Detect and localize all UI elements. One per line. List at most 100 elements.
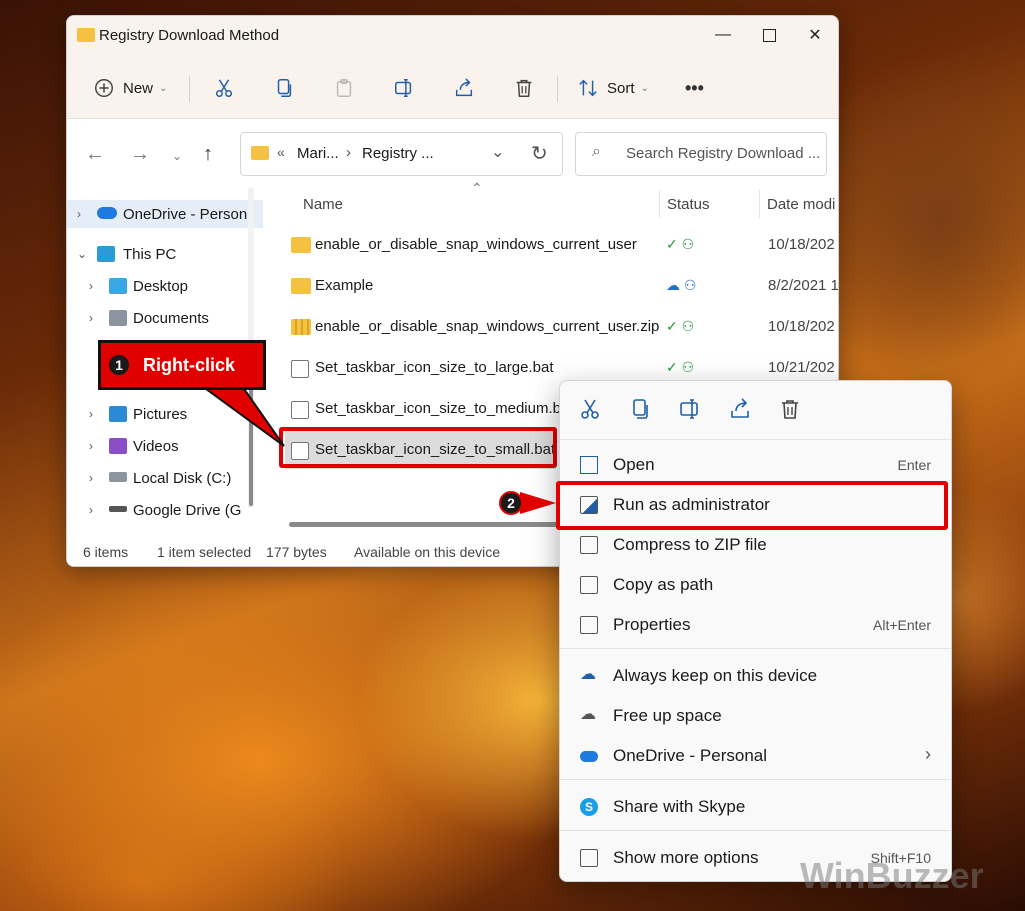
breadcrumb-item[interactable]: Registry ...	[362, 145, 434, 162]
skype-icon: S	[580, 798, 598, 816]
recent-locations-icon[interactable]: ⌄	[172, 149, 182, 163]
column-header-name[interactable]: Name	[303, 196, 343, 213]
menu-item-open[interactable]: Open Enter	[560, 446, 951, 484]
copy-button[interactable]	[273, 74, 295, 102]
menu-item-copy-as-path[interactable]: Copy as path	[560, 566, 951, 604]
up-arrow-icon[interactable]: ↑	[203, 143, 213, 166]
synced-status-icon: ✓ ⚇	[666, 359, 695, 375]
share-button[interactable]	[453, 74, 475, 102]
step-number-badge: 1	[107, 353, 131, 377]
chevron-down-icon: ⌄	[640, 82, 649, 94]
menu-item-compress-zip[interactable]: Compress to ZIP file	[560, 526, 951, 564]
toolbar-divider	[189, 76, 190, 102]
horizontal-scrollbar[interactable]	[289, 522, 589, 527]
file-row[interactable]: Example ☁ ⚇ 8/2/2021 1	[277, 267, 838, 305]
chevron-right-icon[interactable]: ›	[89, 439, 93, 453]
desktop-icon	[109, 278, 127, 294]
sort-button[interactable]: Sort ⌄	[577, 74, 649, 102]
nav-item-this-pc[interactable]: ⌄ This PC	[67, 240, 263, 268]
cut-icon[interactable]	[578, 397, 602, 421]
trash-icon[interactable]	[778, 397, 802, 421]
search-input[interactable]: ⌕ Search Registry Download ...	[575, 132, 827, 176]
maximize-button[interactable]	[746, 16, 792, 54]
file-list-header: ⌃ Name Status Date modi	[277, 180, 838, 222]
chevron-right-icon[interactable]: ›	[89, 503, 93, 517]
menu-item-properties[interactable]: Properties Alt+Enter	[560, 606, 951, 644]
paste-button[interactable]	[333, 74, 355, 102]
column-header-status[interactable]: Status	[667, 196, 710, 213]
menu-item-free-up-space[interactable]: ☁ Free up space	[560, 697, 951, 735]
chevron-right-icon[interactable]: ›	[89, 311, 93, 325]
nav-item-onedrive[interactable]: › OneDrive - Person	[67, 200, 263, 228]
rename-button[interactable]	[393, 74, 415, 102]
file-row[interactable]: enable_or_disable_snap_windows_current_u…	[277, 226, 838, 264]
nav-item-label: Videos	[133, 437, 179, 455]
breadcrumb-item[interactable]: Mari...	[297, 145, 339, 162]
chevron-right-icon[interactable]: ›	[89, 407, 93, 421]
menu-item-share-skype[interactable]: S Share with Skype	[560, 788, 951, 826]
step-number-badge: 2	[499, 491, 523, 515]
title-bar[interactable]: Registry Download Method — ✕	[67, 16, 838, 56]
new-button[interactable]: New ⌄	[93, 74, 167, 102]
copy-icon	[277, 79, 292, 97]
overflow-chevron-icon[interactable]: «	[277, 144, 285, 160]
videos-icon	[109, 438, 127, 454]
batch-file-icon	[291, 360, 309, 378]
callout-label: Right-click	[143, 355, 236, 375]
file-row[interactable]: enable_or_disable_snap_windows_current_u…	[277, 308, 838, 346]
nav-item-documents[interactable]: › Documents	[67, 304, 263, 332]
synced-status-icon: ✓ ⚇	[666, 236, 695, 252]
chevron-down-icon[interactable]: ⌄	[491, 142, 504, 162]
nav-item-google-drive[interactable]: › Google Drive (G	[67, 496, 263, 524]
plus-circle-icon	[95, 79, 113, 97]
menu-item-onedrive[interactable]: OneDrive - Personal ›	[560, 737, 951, 775]
delete-button[interactable]	[513, 74, 535, 102]
chevron-right-icon[interactable]: ›	[77, 207, 81, 221]
chevron-right-icon: ›	[925, 744, 931, 764]
back-arrow-icon[interactable]: ←	[85, 143, 105, 166]
nav-item-desktop[interactable]: › Desktop	[67, 272, 263, 300]
copy-icon[interactable]	[628, 397, 652, 421]
close-button[interactable]: ✕	[792, 16, 838, 54]
menu-item-label: Share with Skype	[613, 797, 746, 816]
menu-separator	[560, 648, 951, 649]
menu-item-shortcut: Alt+Enter	[873, 617, 931, 633]
sort-arrows-icon	[579, 79, 597, 97]
selection-size: 177 bytes	[266, 544, 327, 560]
navigation-bar: ← → ⌄ ↑ « Mari... › Registry ... ⌄ ↻ ⌕ S…	[67, 119, 838, 185]
address-bar[interactable]: « Mari... › Registry ... ⌄ ↻	[240, 132, 563, 176]
path-icon	[580, 576, 598, 594]
zip-folder-icon	[291, 319, 311, 335]
chevron-right-icon[interactable]: ›	[89, 471, 93, 485]
new-label: New	[123, 79, 154, 97]
cut-button[interactable]	[213, 74, 235, 102]
refresh-icon[interactable]: ↻	[531, 141, 548, 166]
command-bar: New ⌄ Sort ⌄ •••	[67, 56, 838, 119]
forward-arrow-icon[interactable]: →	[130, 143, 150, 166]
menu-separator	[560, 779, 951, 780]
availability-status: Available on this device	[354, 544, 501, 560]
nav-item-label: OneDrive - Person	[123, 205, 248, 223]
more-options-button[interactable]: •••	[685, 74, 704, 102]
step2-pointer	[520, 492, 556, 514]
file-date: 10/18/202	[768, 318, 835, 335]
minimize-button[interactable]: —	[700, 16, 746, 54]
chevron-right-icon[interactable]: ›	[89, 279, 93, 293]
nav-item-local-disk[interactable]: › Local Disk (C:)	[67, 464, 263, 492]
rename-icon[interactable]	[678, 397, 702, 421]
context-menu-quick-actions	[560, 381, 951, 440]
clipboard-icon	[336, 79, 352, 97]
synced-status-icon: ✓ ⚇	[666, 318, 695, 334]
share-icon	[455, 78, 473, 97]
rename-icon	[395, 79, 412, 97]
column-header-date[interactable]: Date modi	[767, 196, 835, 213]
folder-icon	[251, 146, 269, 160]
folder-icon	[291, 278, 311, 294]
chevron-down-icon[interactable]: ⌄	[77, 247, 87, 261]
share-icon[interactable]	[728, 397, 752, 421]
run-as-admin-highlight	[556, 481, 948, 530]
more-options-icon	[580, 849, 598, 867]
onedrive-icon	[580, 751, 598, 762]
menu-item-always-keep[interactable]: ☁ Always keep on this device	[560, 657, 951, 695]
menu-item-label: Copy as path	[613, 575, 714, 594]
